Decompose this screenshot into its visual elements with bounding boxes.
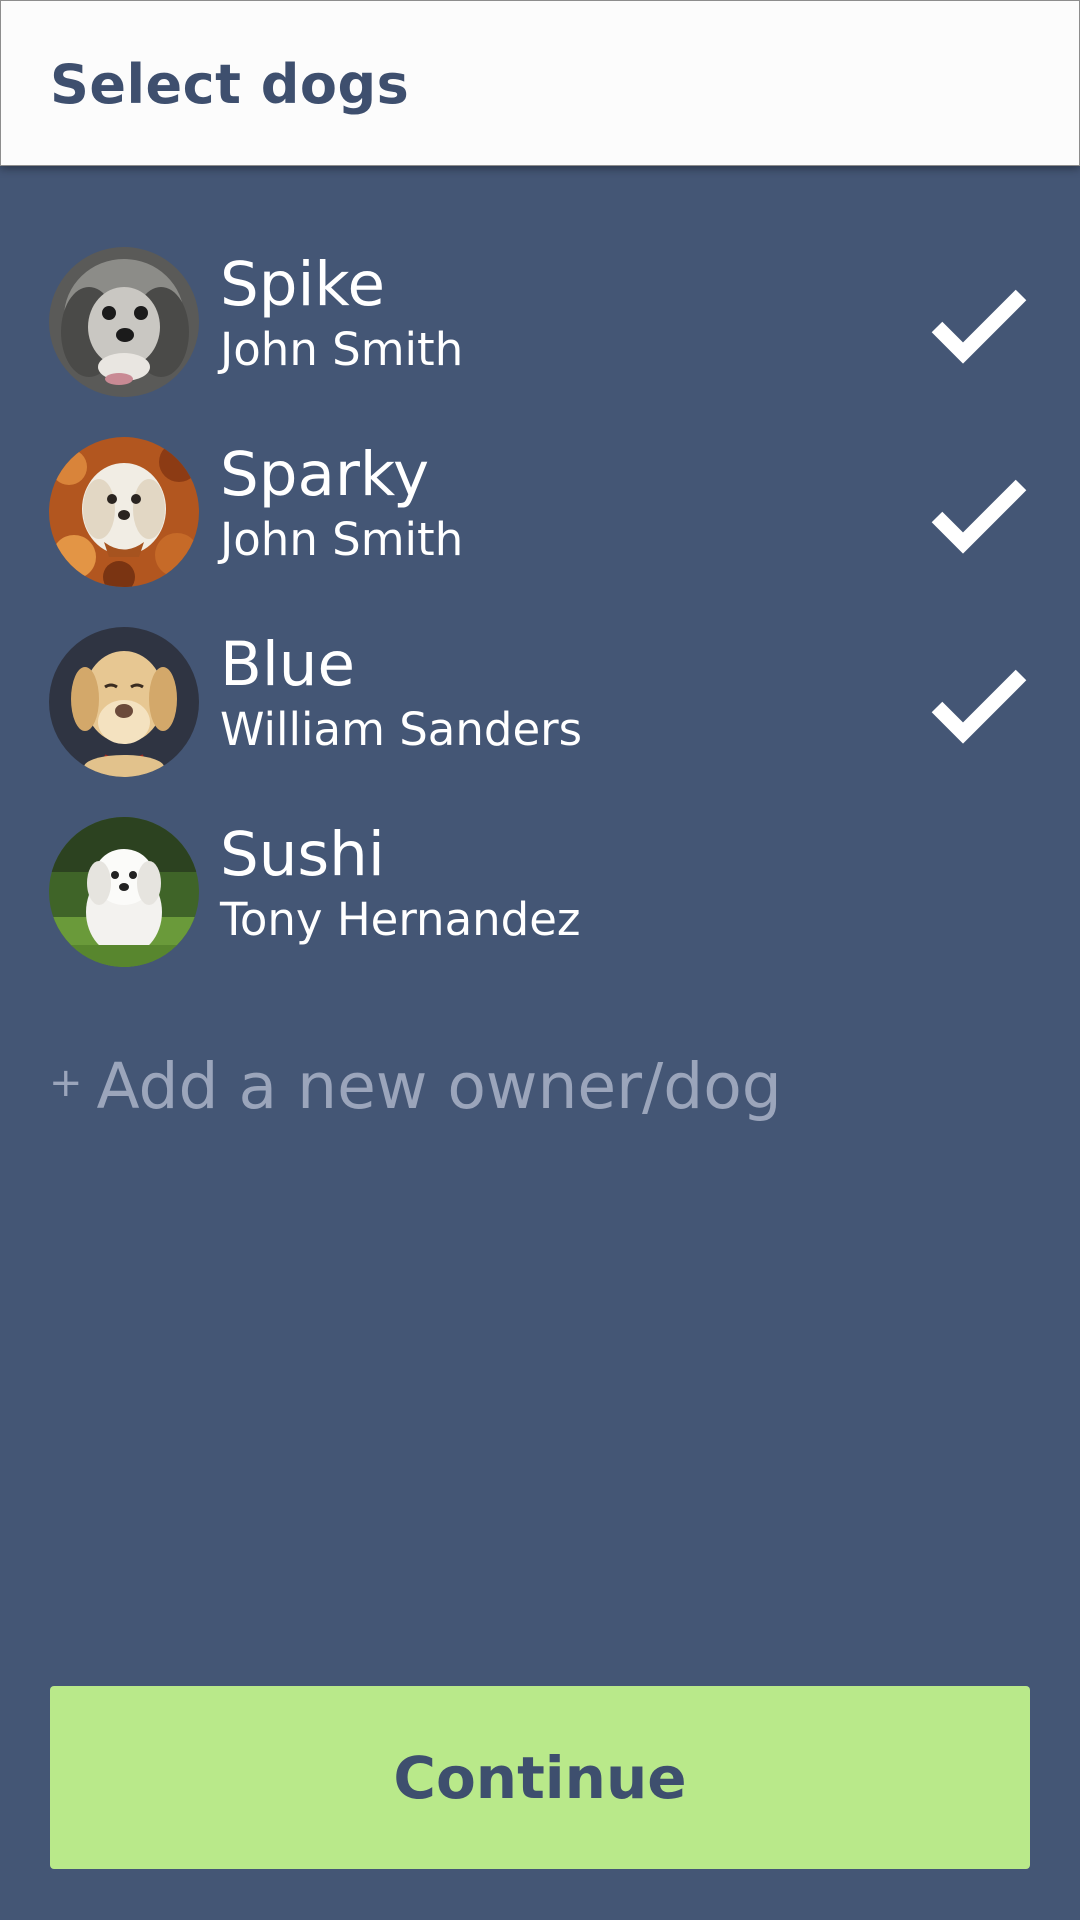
dog-name: Blue [220,629,355,700]
continue-button[interactable]: Continue [50,1686,1030,1869]
check-icon [931,479,1027,554]
app-header: Select dogs [0,0,1080,166]
dog-row-spike[interactable]: Spike John Smith [0,241,1080,431]
dog-avatar [49,247,199,397]
add-owner-dog-label: Add a new owner/dog [96,1050,782,1123]
owner-name: John Smith [220,513,464,566]
dog-avatar [49,627,199,777]
dog-row-sushi[interactable]: Sushi Tony Hernandez [0,811,1080,1001]
dog-name: Sushi [220,819,385,890]
add-owner-dog-link[interactable]: + Add a new owner/dog [49,1050,782,1128]
owner-name: William Sanders [220,703,583,756]
dog-row-sparky[interactable]: Sparky John Smith [0,431,1080,621]
dog-avatar [49,437,199,587]
dog-row-blue[interactable]: Blue William Sanders [0,621,1080,811]
owner-name: Tony Hernandez [220,893,581,946]
check-icon [931,669,1027,744]
dog-name: Spike [220,249,386,320]
check-icon [931,289,1027,364]
dog-list: Spike John Smith Sparky John Smith Blue … [0,241,1080,1001]
owner-name: John Smith [220,323,464,376]
page-title: Select dogs [50,53,410,116]
plus-icon: + [49,1059,83,1106]
dog-name: Sparky [220,439,430,510]
dog-avatar [49,817,199,967]
